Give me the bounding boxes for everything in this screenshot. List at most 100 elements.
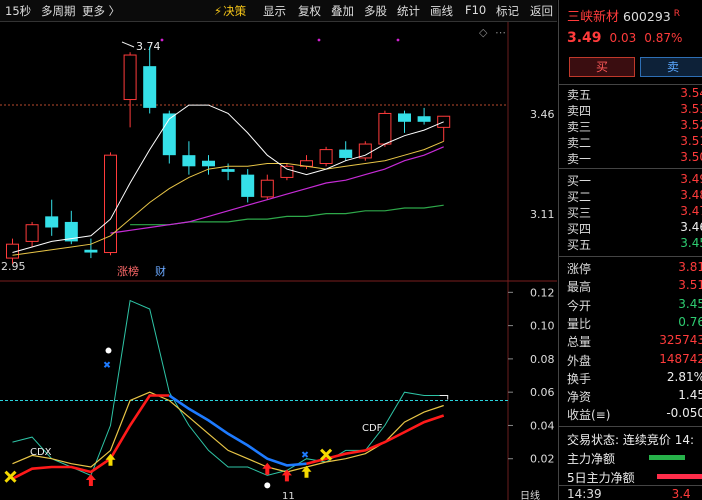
overlay-button[interactable]: 叠加 <box>331 3 354 19</box>
indicator-tick-label: 0.08 <box>530 353 555 366</box>
stat-value: 2.81% <box>666 369 702 384</box>
candle <box>358 141 372 161</box>
f10-button[interactable]: F10 <box>465 3 486 17</box>
event-tag-rank[interactable]: 涨榜 <box>117 264 139 278</box>
ask-label: 卖五 <box>567 88 592 102</box>
stats-button[interactable]: 统计 <box>397 3 420 19</box>
strategy-button[interactable]: ⚡决策 <box>214 3 246 19</box>
bid-row[interactable]: 买四 3.46 <box>567 220 702 236</box>
ellipsis-icon[interactable]: ⋯ <box>495 26 506 39</box>
chart-toolbar: 15秒 多周期 更多 〉 ⚡决策 显示 复权 叠加 多股 统计 画线 F10 标… <box>0 0 557 22</box>
rights-button[interactable]: 复权 <box>298 3 321 19</box>
candle-body <box>221 169 235 172</box>
candle-body <box>280 165 294 178</box>
back-button[interactable]: 返回 <box>530 3 553 19</box>
main-flow-row: 主力净额 <box>567 450 702 466</box>
diamond-icon[interactable]: ◇ <box>479 26 488 39</box>
bid-value: 3.48 <box>680 188 702 202</box>
trade-status-label: 交易状态: <box>567 433 620 447</box>
candle-body <box>45 216 59 228</box>
stat-label: 今开 <box>567 298 592 313</box>
r-badge: R <box>673 8 680 19</box>
bid-row[interactable]: 买五 3.45 <box>567 236 702 252</box>
price-row: 3.49 0.03 0.87% <box>567 30 682 46</box>
divider <box>559 256 702 257</box>
low-price-label: 2.95 <box>1 260 26 273</box>
tick-row: 14:39 3.4 <box>567 487 691 500</box>
candle-body <box>25 224 39 242</box>
stat-label: 换手 <box>567 371 592 386</box>
high-price-label: 3.74 <box>136 40 161 53</box>
stat-row[interactable]: 总量 325743 <box>567 333 702 349</box>
five-day-flow-row: 5日主力净额 <box>567 469 702 485</box>
stat-label: 外盘 <box>567 353 592 368</box>
ask-row[interactable]: 卖二 3.51 <box>567 134 702 150</box>
ask-row[interactable]: 卖一 3.50 <box>567 150 702 166</box>
lightning-icon: ⚡ <box>214 4 223 18</box>
ask-label: 卖四 <box>567 104 592 118</box>
stock-header: 三峡新材 600293 R <box>567 6 680 25</box>
stat-row[interactable]: 今开 3.45 <box>567 297 702 313</box>
multi-period-button[interactable]: 多周期 <box>41 3 76 19</box>
price-axis-label: 3.11 <box>530 208 555 221</box>
divider <box>559 84 702 85</box>
stat-label: 涨停 <box>567 262 592 276</box>
ask-value: 3.54 <box>680 86 702 100</box>
bid-label: 买二 <box>567 190 592 204</box>
draw-line-button[interactable]: 画线 <box>430 3 453 19</box>
candle-body <box>417 116 431 122</box>
candle-body <box>398 113 411 122</box>
ask-row[interactable]: 卖四 3.53 <box>567 102 702 118</box>
event-tag-finance[interactable]: 财 <box>155 264 166 278</box>
bid-value: 3.47 <box>680 204 702 218</box>
price-change-pct: 0.87% <box>644 31 683 45</box>
mark-button[interactable]: 标记 <box>496 3 519 19</box>
candle <box>319 146 333 167</box>
stat-row[interactable]: 净资 1.45 <box>567 388 702 404</box>
candle <box>104 152 117 256</box>
bid-label: 买四 <box>567 222 592 236</box>
bid-value: 3.49 <box>680 172 702 186</box>
period-selector[interactable]: 15秒 <box>5 3 31 19</box>
trade-status-value: 连续竞价 <box>622 433 671 447</box>
price-axis-label: 3.46 <box>530 108 555 121</box>
more-button[interactable]: 更多 〉 <box>82 3 120 19</box>
buy-button[interactable]: 买 <box>569 57 635 77</box>
stock-name[interactable]: 三峡新材 <box>567 10 619 25</box>
display-button[interactable]: 显示 <box>263 3 286 19</box>
candle-body <box>339 149 353 158</box>
stat-value: 3.45 <box>678 296 702 311</box>
stat-label: 量比 <box>567 316 592 331</box>
stat-row[interactable]: 收益(≡) -0.050 <box>567 406 702 422</box>
candle-body <box>319 149 333 165</box>
tick-price: 3.4 <box>671 487 691 500</box>
main-flow-label: 主力净额 <box>567 452 616 466</box>
ask-value: 3.51 <box>680 134 702 148</box>
stat-value: -0.050 <box>666 406 702 421</box>
divider <box>559 426 702 427</box>
divider <box>559 168 702 169</box>
ask-row[interactable]: 卖五 3.54 <box>567 86 702 102</box>
bid-label: 买三 <box>567 206 592 220</box>
bid-row[interactable]: 买三 3.47 <box>567 204 702 220</box>
stat-row[interactable]: 量比 0.76 <box>567 315 702 331</box>
stat-row[interactable]: 外盘 148742 <box>567 352 702 368</box>
stat-row[interactable]: 涨停 3.81 <box>567 260 702 276</box>
tick-time: 14:39 <box>567 487 602 500</box>
kline-chart[interactable]: ◇ ⋯ 3.46 3.11 2.95 3.74 涨榜 财 0.12 0.10 0.0… <box>0 22 557 500</box>
sell-button[interactable]: 卖 <box>640 57 702 77</box>
stat-row[interactable]: 换手 2.81% <box>567 370 702 386</box>
stock-code: 600293 <box>623 9 671 24</box>
stat-row[interactable]: 最高 3.51 <box>567 278 702 294</box>
price-change: 0.03 <box>609 31 637 45</box>
bid-row[interactable]: 买二 3.48 <box>567 188 702 204</box>
signal-dot <box>396 38 400 42</box>
cdf-marker-label: CDF <box>362 423 383 434</box>
candle-body <box>123 54 137 101</box>
ask-row[interactable]: 卖三 3.52 <box>567 118 702 134</box>
date-axis-label: 日线 <box>520 489 540 500</box>
stat-label: 净资 <box>567 390 592 405</box>
multi-stock-button[interactable]: 多股 <box>364 3 387 19</box>
five-day-flow-label: 5日主力净额 <box>567 471 635 485</box>
bid-row[interactable]: 买一 3.49 <box>567 172 702 188</box>
